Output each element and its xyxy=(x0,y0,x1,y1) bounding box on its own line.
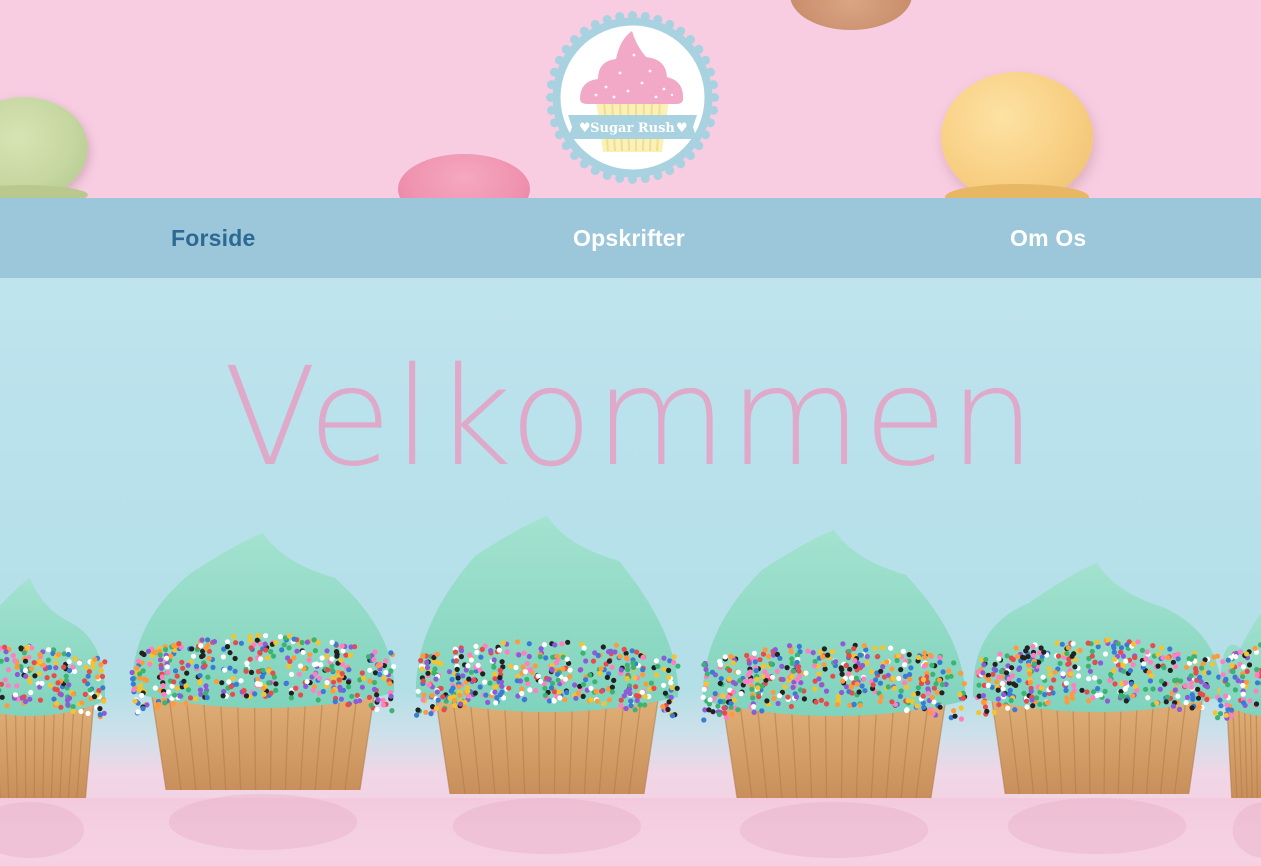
nav-item-forside[interactable]: Forside xyxy=(171,198,255,278)
macaron-green-image xyxy=(0,97,88,198)
hero-title: Velkommen xyxy=(223,339,1038,497)
logo-heart-right-icon: ♥ xyxy=(676,121,688,136)
logo-link[interactable]: ♥ Sugar Rush ♥ xyxy=(546,11,719,184)
sugar-rush-logo-icon: ♥ Sugar Rush ♥ xyxy=(546,11,719,184)
logo-heart-left-icon: ♥ xyxy=(579,121,591,136)
macaron-pink-image xyxy=(398,154,530,198)
nav-item-om-os[interactable]: Om Os xyxy=(1010,198,1086,278)
logo-brand-text: Sugar Rush xyxy=(590,121,675,136)
main-nav: Forside Opskrifter Om Os xyxy=(0,198,1261,278)
macaron-brown-image xyxy=(790,0,912,30)
header-banner: ♥ Sugar Rush ♥ xyxy=(0,0,1261,198)
macaron-yellow-image xyxy=(941,72,1093,198)
hero-section: Velkommen xyxy=(0,278,1261,866)
nav-item-opskrifter[interactable]: Opskrifter xyxy=(573,198,685,278)
